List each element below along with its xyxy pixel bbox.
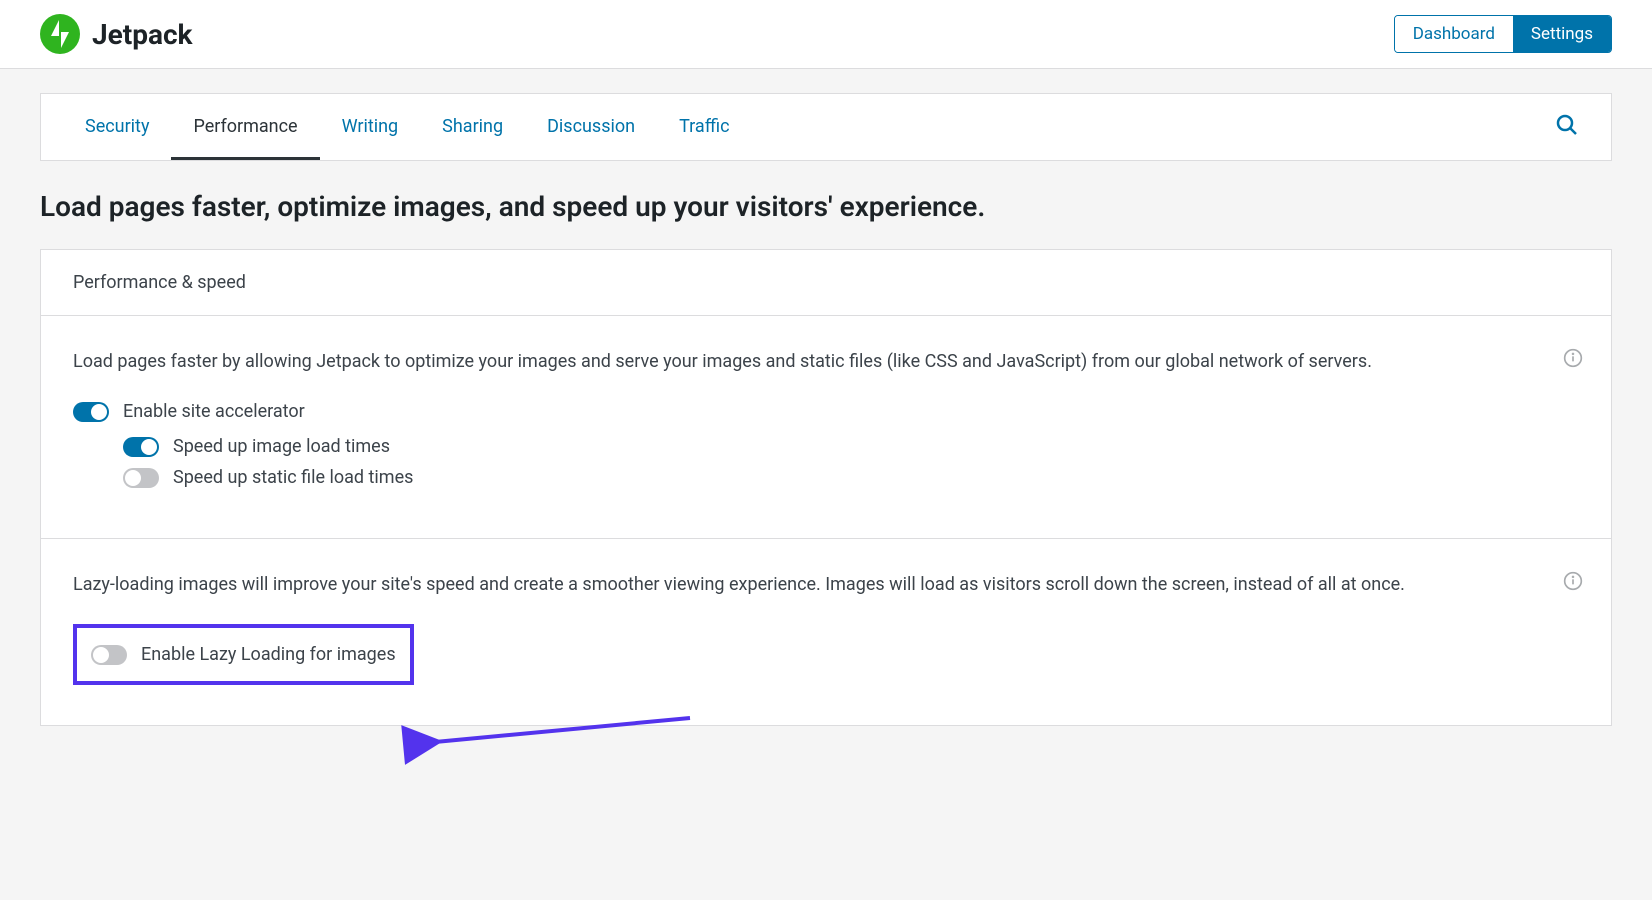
app-header: Jetpack Dashboard Settings [0, 0, 1652, 69]
toggle-label-static: Speed up static file load times [173, 467, 413, 488]
tab-sharing[interactable]: Sharing [420, 94, 525, 160]
tab-performance[interactable]: Performance [171, 94, 319, 160]
toggle-site-accelerator[interactable] [73, 402, 109, 422]
toggle-label-lazy: Enable Lazy Loading for images [141, 644, 396, 665]
panel-title: Performance & speed [41, 250, 1611, 316]
toggle-row-static: Speed up static file load times [123, 467, 1579, 488]
toggle-row-accelerator: Enable site accelerator [73, 401, 1579, 422]
toggle-label-images: Speed up image load times [173, 436, 390, 457]
nav-dashboard[interactable]: Dashboard [1395, 16, 1513, 52]
toggle-row-images: Speed up image load times [123, 436, 1579, 457]
toggle-speed-static[interactable] [123, 468, 159, 488]
lazy-desc: Lazy-loading images will improve your si… [73, 571, 1579, 598]
nav-settings[interactable]: Settings [1513, 16, 1611, 52]
toggle-speed-images[interactable] [123, 437, 159, 457]
highlight-annotation: Enable Lazy Loading for images [73, 624, 414, 685]
performance-panel: Performance & speed Load pages faster by… [40, 249, 1612, 726]
lazy-loading-section: Lazy-loading images will improve your si… [41, 539, 1611, 725]
brand-logo: Jetpack [40, 14, 193, 54]
content-area: Security Performance Writing Sharing Dis… [0, 69, 1652, 750]
brand-name: Jetpack [92, 18, 193, 51]
settings-tabs: Security Performance Writing Sharing Dis… [40, 93, 1612, 161]
site-accelerator-section: Load pages faster by allowing Jetpack to… [41, 316, 1611, 539]
search-icon[interactable] [1545, 103, 1589, 151]
top-nav: Dashboard Settings [1394, 15, 1612, 53]
tab-security[interactable]: Security [63, 94, 171, 160]
toggle-lazy-loading[interactable] [91, 645, 127, 665]
annotation-arrow-icon [390, 706, 710, 766]
info-icon[interactable] [1563, 571, 1583, 595]
tab-writing[interactable]: Writing [320, 94, 421, 160]
jetpack-logo-icon [40, 14, 80, 54]
tab-discussion[interactable]: Discussion [525, 94, 657, 160]
accelerator-desc: Load pages faster by allowing Jetpack to… [73, 348, 1579, 375]
toggle-label-accelerator: Enable site accelerator [123, 401, 305, 422]
page-title: Load pages faster, optimize images, and … [40, 189, 1612, 225]
tab-traffic[interactable]: Traffic [657, 94, 751, 160]
info-icon[interactable] [1563, 348, 1583, 372]
